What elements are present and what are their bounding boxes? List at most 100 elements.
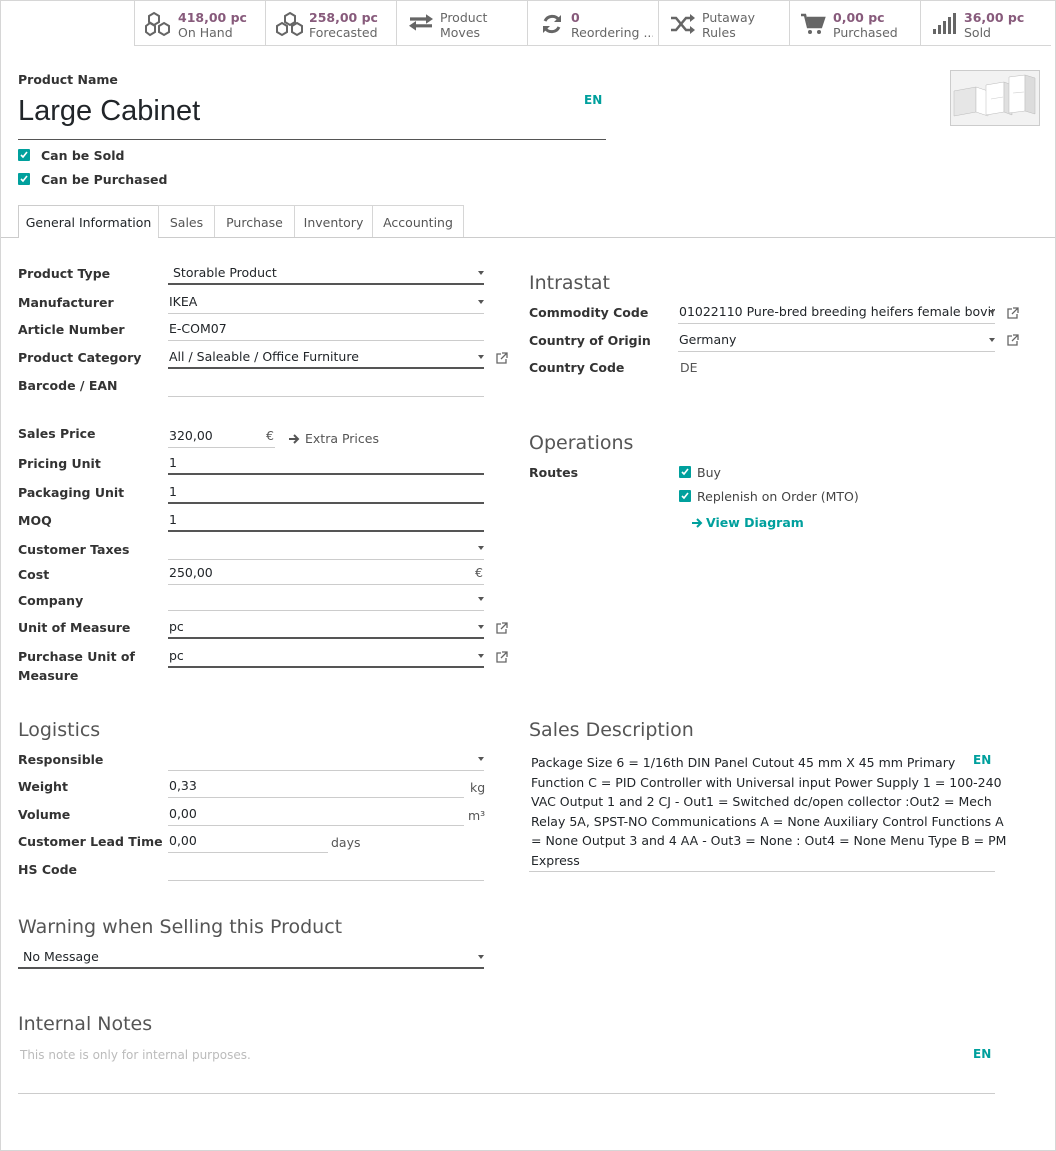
product-name-lang-button[interactable]: EN bbox=[584, 93, 602, 107]
barcode-input[interactable] bbox=[168, 377, 484, 397]
chevron-down-icon bbox=[478, 625, 484, 629]
exchange-icon bbox=[409, 14, 433, 31]
putaway-rules-button[interactable]: Putaway Rules bbox=[658, 1, 789, 45]
sold-button[interactable]: 36,00 pc Sold bbox=[920, 1, 1051, 45]
tab-accounting[interactable]: Accounting bbox=[372, 205, 464, 237]
product-category-label: Product Category bbox=[18, 350, 142, 365]
manufacturer-select[interactable]: IKEA bbox=[168, 294, 484, 314]
can-be-purchased-checkbox[interactable] bbox=[18, 173, 30, 185]
sales-description-line: = None Output 3 and 4 AA - Out3 = None :… bbox=[531, 833, 1007, 848]
sales-price-input[interactable]: 320,00 € bbox=[168, 428, 275, 448]
product-category-select[interactable]: All / Saleable / Office Furniture bbox=[168, 349, 484, 369]
chevron-down-icon bbox=[989, 310, 995, 314]
product-name-input[interactable]: Large Cabinet bbox=[18, 95, 606, 140]
chevron-down-icon bbox=[478, 271, 484, 275]
internal-notes-textarea[interactable]: This note is only for internal purposes. bbox=[18, 1041, 995, 1094]
lead-time-label: Customer Lead Time bbox=[18, 834, 163, 849]
warning-select[interactable]: No Message bbox=[18, 949, 484, 969]
country-of-origin-value: Germany bbox=[679, 332, 737, 347]
logistics-title: Logistics bbox=[18, 719, 101, 741]
sold-value: 36,00 pc bbox=[964, 10, 1025, 25]
extra-prices-button[interactable]: Extra Prices bbox=[305, 431, 379, 446]
sales-description-lang-button[interactable]: EN bbox=[973, 753, 991, 767]
sold-label: Sold bbox=[964, 25, 991, 40]
external-link-icon[interactable] bbox=[495, 352, 508, 365]
chevron-down-icon bbox=[478, 300, 484, 304]
product-type-label: Product Type bbox=[18, 266, 111, 281]
putaway-label-line1: Putaway bbox=[702, 10, 756, 25]
volume-unit: m³ bbox=[468, 808, 486, 823]
route-mto-checkbox[interactable] bbox=[679, 490, 691, 502]
hs-code-input[interactable] bbox=[168, 861, 484, 881]
product-type-select[interactable]: Storable Product bbox=[168, 265, 484, 285]
internal-notes-title: Internal Notes bbox=[18, 1013, 153, 1035]
commodity-code-select[interactable]: 01022110 Pure-bred breeding heifers fema… bbox=[678, 304, 995, 324]
chevron-down-icon bbox=[478, 597, 484, 601]
weight-unit: kg bbox=[470, 780, 486, 795]
weight-input[interactable]: 0,33 bbox=[168, 778, 464, 798]
route-buy-label: Buy bbox=[697, 465, 721, 480]
view-diagram-link[interactable]: View Diagram bbox=[706, 515, 804, 530]
on-hand-button[interactable]: 418,00 pc On Hand bbox=[134, 1, 265, 45]
moq-label: MOQ bbox=[18, 513, 52, 528]
responsible-label: Responsible bbox=[18, 752, 104, 767]
purchased-value: 0,00 pc bbox=[833, 10, 885, 25]
shopping-cart-icon bbox=[801, 13, 826, 34]
form-sheet: 418,00 pc On Hand 258,00 pc Forecasted P… bbox=[0, 0, 1056, 1151]
tab-purchase[interactable]: Purchase bbox=[214, 205, 295, 237]
can-be-purchased-label: Can be Purchased bbox=[41, 172, 168, 187]
forecasted-label: Forecasted bbox=[309, 25, 378, 40]
lead-time-input[interactable]: 0,00 bbox=[168, 833, 328, 853]
product-image[interactable] bbox=[950, 70, 1040, 126]
manufacturer-label: Manufacturer bbox=[18, 295, 114, 310]
purchase-uom-select[interactable]: pc bbox=[168, 648, 484, 668]
sales-price-value: 320,00 bbox=[169, 428, 213, 443]
chevron-down-icon bbox=[478, 955, 484, 959]
commodity-code-value: 01022110 Pure-bred breeding heifers fema… bbox=[679, 304, 995, 319]
cubes-icon bbox=[145, 11, 170, 37]
chevron-down-icon bbox=[478, 546, 484, 550]
tab-sales[interactable]: Sales bbox=[158, 205, 215, 237]
external-link-icon[interactable] bbox=[1006, 334, 1019, 347]
routes-label: Routes bbox=[529, 465, 579, 480]
external-link-icon[interactable] bbox=[495, 651, 508, 664]
customer-taxes-select[interactable] bbox=[168, 540, 484, 560]
weight-label: Weight bbox=[18, 779, 68, 794]
warning-value: No Message bbox=[23, 949, 99, 964]
tab-inventory[interactable]: Inventory bbox=[294, 205, 373, 237]
uom-select[interactable]: pc bbox=[168, 619, 484, 639]
cost-input[interactable]: 250,00 € bbox=[168, 565, 484, 585]
product-moves-label-line1: Product bbox=[440, 10, 488, 25]
sales-description-textarea[interactable]: Package Size 6 = 1/16th DIN Panel Cutout… bbox=[529, 751, 1006, 872]
packaging-unit-input[interactable]: 1 bbox=[168, 484, 484, 504]
country-of-origin-select[interactable]: Germany bbox=[678, 332, 995, 352]
internal-notes-lang-button[interactable]: EN bbox=[973, 1047, 991, 1061]
external-link-icon[interactable] bbox=[1006, 307, 1019, 320]
company-select[interactable] bbox=[168, 591, 484, 611]
intrastat-title: Intrastat bbox=[529, 272, 610, 294]
volume-input[interactable]: 0,00 bbox=[168, 806, 464, 826]
moq-input[interactable]: 1 bbox=[168, 512, 484, 532]
responsible-select[interactable] bbox=[168, 751, 484, 771]
product-moves-button[interactable]: Product Moves bbox=[396, 1, 527, 45]
customer-taxes-label: Customer Taxes bbox=[18, 542, 130, 557]
article-number-input[interactable]: E-COM07 bbox=[168, 321, 484, 341]
product-type-value: Storable Product bbox=[173, 265, 277, 280]
purchased-button[interactable]: 0,00 pc Purchased bbox=[789, 1, 920, 45]
manufacturer-value: IKEA bbox=[169, 294, 198, 309]
uom-label: Unit of Measure bbox=[18, 620, 131, 635]
sales-price-label: Sales Price bbox=[18, 426, 96, 441]
operations-title: Operations bbox=[529, 432, 634, 454]
external-link-icon[interactable] bbox=[495, 622, 508, 635]
forecasted-button[interactable]: 258,00 pc Forecasted bbox=[265, 1, 396, 45]
chevron-down-icon bbox=[478, 757, 484, 761]
country-of-origin-label: Country of Origin bbox=[529, 333, 651, 348]
route-buy-checkbox[interactable] bbox=[679, 466, 691, 478]
can-be-sold-checkbox[interactable] bbox=[18, 149, 30, 161]
article-number-label: Article Number bbox=[18, 322, 125, 337]
tab-general-information[interactable]: General Information bbox=[18, 205, 159, 238]
random-icon bbox=[671, 14, 695, 34]
reordering-button[interactable]: 0 Reordering ... bbox=[527, 1, 658, 45]
pricing-unit-input[interactable]: 1 bbox=[168, 455, 484, 475]
chevron-down-icon bbox=[478, 654, 484, 658]
